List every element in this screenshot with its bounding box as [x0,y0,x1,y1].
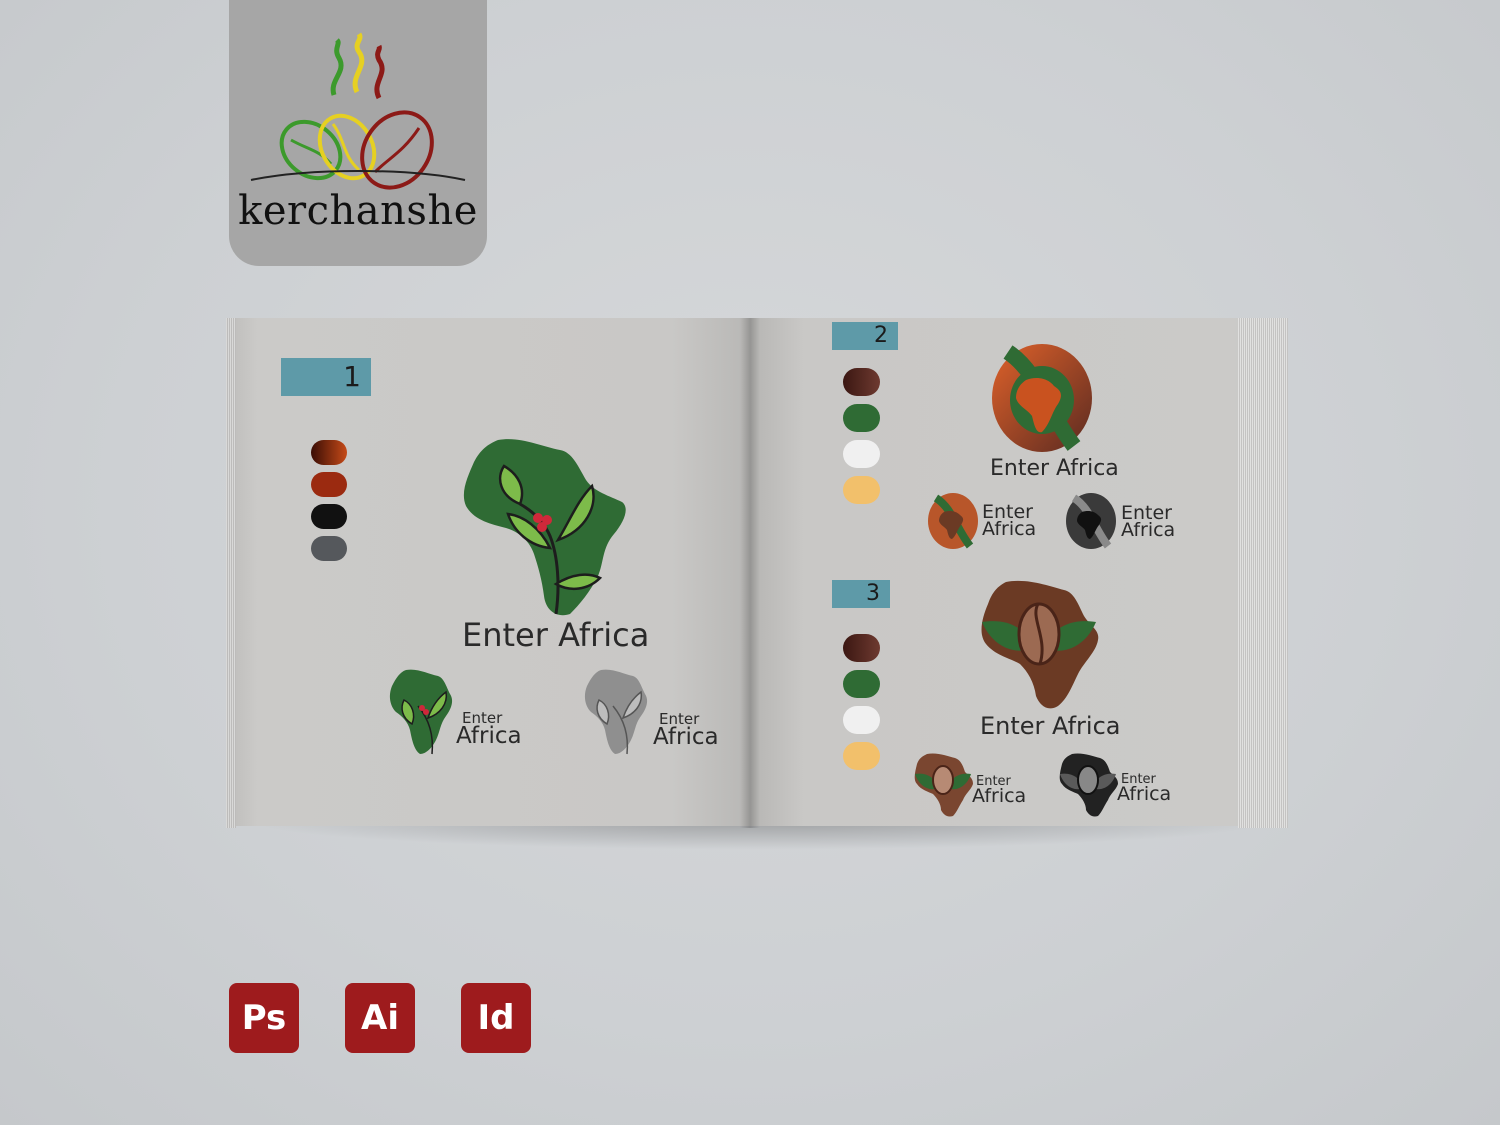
brand-logo-tab: kerchanshe [229,0,487,266]
small-logo-line2: Africa [1121,519,1176,542]
small-logo-line2: Africa [972,784,1027,807]
illustrator-icon: Ai [345,983,415,1053]
section-1-small-logo-color: Enter Africa [456,711,522,749]
section-1-tag: 1 [281,358,371,396]
swatch-3-2 [843,670,880,698]
right-page-edge [1238,318,1288,828]
swatch-3-4 [843,742,880,770]
small-logo-line2: Africa [982,518,1037,541]
section-3-logo-text: Enter Africa [980,712,1121,740]
coffee-bean-logo-icon [250,32,466,190]
small-logo-line2: Africa [653,723,719,750]
left-page-edge [226,318,236,828]
swatch-4 [311,536,347,561]
swatch-2-4 [843,476,880,504]
africa-coffee-bean-small-icon [914,753,973,817]
section-3-small-logo-color: Enter Africa [972,775,1027,807]
section-2-small-logo-mono: Enter Africa [1121,503,1176,542]
swatch-2 [311,472,347,497]
swatch-3-1 [843,634,880,662]
small-logo-line2: Africa [456,722,522,749]
swatch-2-1 [843,368,880,396]
africa-leaf-small-icon [389,669,453,755]
africa-coffee-bean-mono-icon [1059,753,1118,817]
indesign-icon: Id [461,983,531,1053]
swatch-3 [311,504,347,529]
section-3-tag: 3 [832,580,890,608]
swatch-1 [311,440,347,465]
section-1-logo-text: Enter Africa [462,616,650,654]
swatch-2-2 [843,404,880,432]
swatch-2-3 [843,440,880,468]
coffee-bean-africa-small-icon [928,493,978,549]
coffee-bean-africa-mono-icon [1066,493,1116,549]
book-gutter [740,318,760,828]
africa-leaf-gray-icon [584,669,648,755]
small-logo-line2: Africa [1117,782,1172,805]
africa-coffee-bean-logo-icon [981,580,1099,709]
brand-name: kerchanshe [238,188,478,234]
section-2-logo-text: Enter Africa [990,456,1119,481]
section-1-small-logo-gray: Enter Africa [653,712,719,750]
africa-leaf-logo-icon [463,439,626,616]
section-2-tag: 2 [832,322,898,350]
swatch-3-3 [843,706,880,734]
coffee-bean-africa-logo-icon [992,344,1092,452]
photoshop-icon: Ps [229,983,299,1053]
section-2-small-logo-color: Enter Africa [982,502,1037,541]
section-3-small-logo-mono: Enter Africa [1117,773,1172,805]
